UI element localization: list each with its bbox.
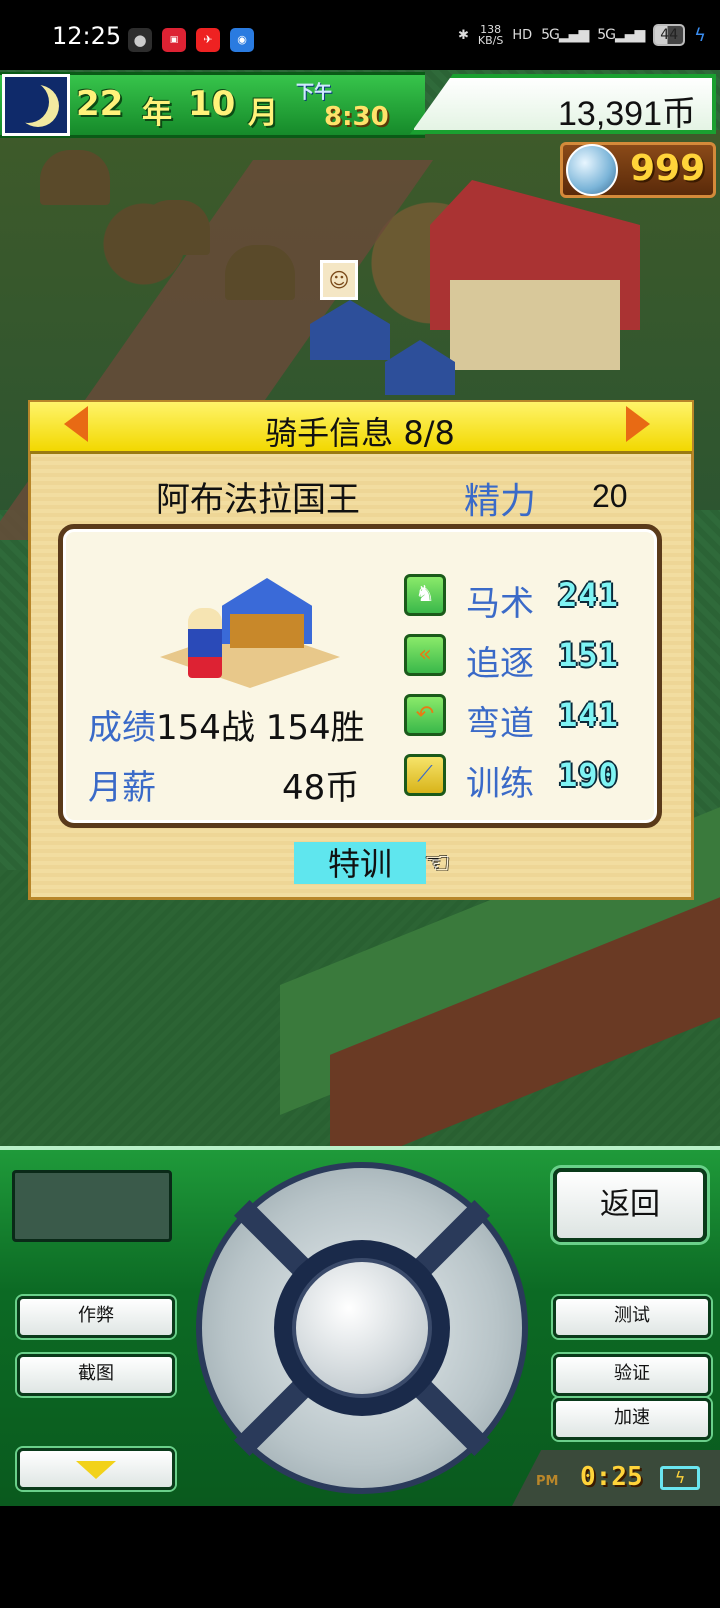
horse-statue xyxy=(140,200,210,255)
pointing-hand-icon: ☜ xyxy=(424,846,451,881)
moon-icon xyxy=(2,74,70,136)
pm-label: PM xyxy=(536,1474,559,1489)
record-value: 154战 154胜 xyxy=(156,708,365,748)
signal-icon-1: 5G▂▄▆ xyxy=(541,27,589,43)
bottom-bar xyxy=(0,1506,720,1608)
year-unit: 年 xyxy=(142,96,172,131)
stat-row-training: ⟋ 训练 190 xyxy=(404,754,636,804)
horse-statue xyxy=(225,245,295,300)
stat-label: 训练 xyxy=(466,764,534,804)
medal-count: 999 xyxy=(630,148,706,189)
hd-badge: HD xyxy=(512,27,533,43)
jockey-portrait xyxy=(160,578,340,688)
back-button[interactable]: 返回 xyxy=(553,1168,707,1242)
signal-icon-2: 5G▂▄▆ xyxy=(597,27,645,43)
stable-building xyxy=(450,280,620,370)
stat-value: 241 xyxy=(558,576,619,614)
whip-icon: ⟋ xyxy=(404,754,446,796)
stat-row-cornering: ↶ 弯道 141 xyxy=(404,694,636,744)
year-value: 22 xyxy=(76,84,124,124)
chevrons-icon: « xyxy=(404,634,446,676)
dpad[interactable] xyxy=(196,1162,528,1494)
horse-icon: ♞ xyxy=(404,574,446,616)
jockey-name: 阿布法拉国王 xyxy=(156,480,360,520)
collapse-button[interactable] xyxy=(17,1448,175,1490)
stat-value: 151 xyxy=(558,636,619,674)
game-clock: 8:30 xyxy=(324,102,389,132)
salary-value: 48币 xyxy=(282,768,360,808)
energy-label: 精力 xyxy=(464,481,537,522)
month-unit: 月 xyxy=(248,96,278,131)
next-arrow-icon[interactable] xyxy=(626,406,650,442)
test-button[interactable]: 测试 xyxy=(553,1296,711,1338)
status-app-icons: ● ▣ ✈ ◉ xyxy=(128,28,254,52)
wechat-icon: ● xyxy=(128,28,152,52)
salary-label: 月薪 xyxy=(88,768,156,808)
device-clock: 0:25 xyxy=(580,1462,643,1492)
stat-value: 141 xyxy=(558,696,619,734)
camera-icon: ◉ xyxy=(230,28,254,52)
ampm-label: 下午 xyxy=(296,82,332,103)
jockey-face-marker[interactable]: ☺ xyxy=(320,260,358,300)
panel-title: 骑手信息 8/8 xyxy=(265,414,455,452)
toutiao-icon: ▣ xyxy=(162,28,186,52)
stat-row-horsemanship: ♞ 马术 241 xyxy=(404,574,636,624)
cheat-button[interactable]: 作弊 xyxy=(17,1296,175,1338)
network-speed: 138 KB/S xyxy=(477,23,504,47)
horse-statue xyxy=(40,150,110,205)
battery-charge-icon: ϟ xyxy=(660,1466,700,1490)
charging-icon: ϟ xyxy=(694,24,706,46)
stat-label: 马术 xyxy=(466,584,534,624)
stat-row-chase: « 追逐 151 xyxy=(404,634,636,684)
screenshot-button[interactable]: 截图 xyxy=(17,1354,175,1396)
horseshoe-medal-icon xyxy=(566,144,618,196)
verify-button[interactable]: 验证 xyxy=(553,1354,711,1396)
status-time: 12:25 xyxy=(52,22,122,50)
stat-label: 弯道 xyxy=(466,704,534,744)
curve-arrow-icon: ↶ xyxy=(404,694,446,736)
bluetooth-icon: ✱ xyxy=(457,27,469,43)
down-arrow-icon xyxy=(76,1461,116,1479)
share-icon: ✈ xyxy=(196,28,220,52)
prev-arrow-icon[interactable] xyxy=(64,406,88,442)
special-training-button[interactable]: 特训 xyxy=(294,842,426,884)
status-bar: 12:25 ● ▣ ✈ ◉ ✱ 138 KB/S HD 5G▂▄▆ 5G▂▄▆ … xyxy=(0,0,720,70)
speed-up-button[interactable]: 加速 xyxy=(553,1398,711,1440)
stat-value: 190 xyxy=(558,756,619,794)
stat-label: 追逐 xyxy=(466,644,534,684)
status-indicators: ✱ 138 KB/S HD 5G▂▄▆ 5G▂▄▆ 44 ϟ xyxy=(458,24,706,46)
battery-icon: 44 xyxy=(653,24,686,46)
controller-display xyxy=(12,1170,172,1242)
money-value: 13,391币 xyxy=(558,95,696,133)
energy-value: 20 xyxy=(592,478,628,514)
record-label: 成绩 xyxy=(88,708,156,748)
month-value: 10 xyxy=(188,84,236,124)
dpad-center-button[interactable] xyxy=(292,1258,432,1398)
